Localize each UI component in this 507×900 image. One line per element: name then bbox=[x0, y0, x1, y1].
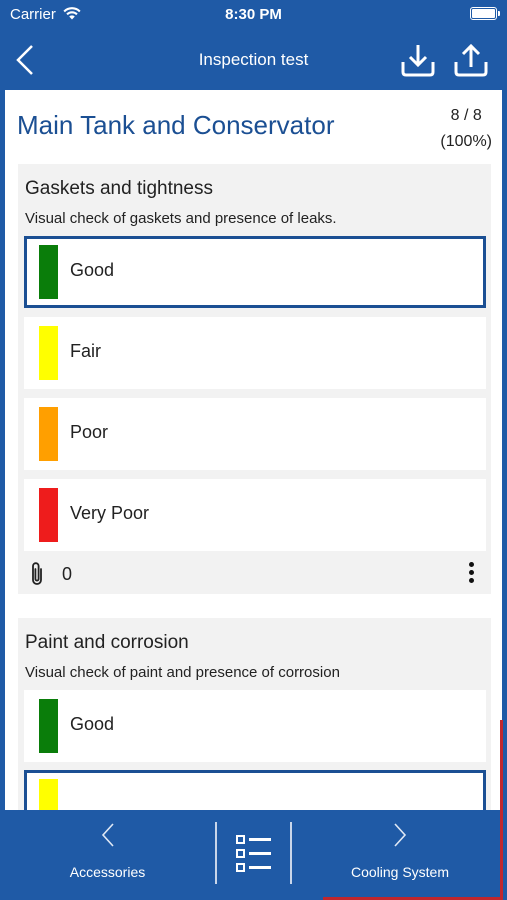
rating-option-fair[interactable] bbox=[24, 770, 486, 810]
rating-swatch-orange bbox=[39, 407, 58, 461]
chevron-right-icon bbox=[394, 823, 407, 847]
inspection-content: Main Tank and Conservator 8 / 8 (100%) G… bbox=[5, 90, 502, 810]
rating-label: Fair bbox=[70, 341, 101, 361]
attachments-count: 0 bbox=[62, 564, 73, 584]
rating-option-fair[interactable]: Fair bbox=[24, 317, 486, 389]
divider bbox=[215, 822, 217, 884]
status-bar: Carrier 8:30 PM bbox=[0, 0, 507, 30]
rating-option-very-poor[interactable]: Very Poor bbox=[24, 479, 486, 551]
progress-count: 8 / 8 bbox=[450, 107, 482, 124]
prev-section-label: Accessories bbox=[69, 864, 146, 880]
rating-option-good[interactable]: Good bbox=[24, 236, 486, 308]
checklist-icon[interactable] bbox=[229, 830, 279, 880]
prev-section-button[interactable]: Accessories bbox=[30, 822, 185, 882]
rating-swatch-red bbox=[39, 488, 58, 542]
next-section-button[interactable]: Cooling System bbox=[320, 822, 480, 882]
rating-swatch-yellow bbox=[39, 326, 58, 380]
download-icon[interactable] bbox=[399, 42, 437, 78]
section-title: Paint and corrosion bbox=[25, 632, 189, 653]
next-section-label: Cooling System bbox=[350, 864, 450, 880]
rating-option-good[interactable]: Good bbox=[24, 690, 486, 762]
rating-label: Poor bbox=[70, 422, 109, 442]
page-title: Main Tank and Conservator bbox=[17, 110, 335, 140]
section-title: Gaskets and tightness bbox=[25, 178, 213, 199]
rating-swatch-green bbox=[39, 245, 58, 299]
upload-icon[interactable] bbox=[452, 42, 490, 78]
progress-indicator: 8 / 8 (100%) bbox=[440, 103, 492, 155]
battery-icon bbox=[470, 7, 500, 20]
rating-swatch-green bbox=[39, 699, 58, 753]
rating-option-poor[interactable]: Poor bbox=[24, 398, 486, 470]
rating-label: Very Poor bbox=[70, 503, 150, 523]
rating-label: Good bbox=[70, 714, 115, 734]
section-description: Visual check of paint and presence of co… bbox=[25, 664, 340, 681]
paperclip-icon[interactable] bbox=[28, 561, 46, 587]
chevron-left-icon bbox=[101, 823, 114, 847]
divider bbox=[290, 822, 292, 884]
section-paint: Paint and corrosion Visual check of pain… bbox=[18, 618, 491, 810]
clock: 8:30 PM bbox=[225, 6, 282, 23]
more-options-icon[interactable] bbox=[461, 559, 481, 589]
progress-percent: (100%) bbox=[440, 133, 492, 150]
rating-swatch-yellow bbox=[39, 779, 58, 810]
bottom-navigation: Accessories Cooling System bbox=[0, 810, 507, 900]
section-description: Visual check of gaskets and presence of … bbox=[25, 210, 337, 227]
edge-highlight bbox=[500, 720, 503, 900]
attachments-row: 0 bbox=[18, 552, 491, 596]
section-gaskets: Gaskets and tightness Visual check of ga… bbox=[18, 164, 491, 594]
rating-label: Good bbox=[70, 260, 115, 280]
app-header: Inspection test bbox=[0, 30, 507, 90]
